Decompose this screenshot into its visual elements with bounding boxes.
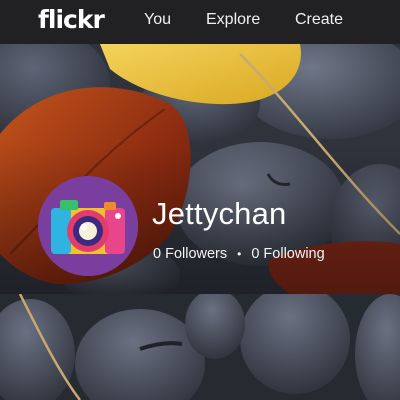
background-photo (0, 294, 400, 400)
stats-separator: • (237, 247, 242, 261)
profile-avatar[interactable] (38, 176, 138, 276)
camera-icon (38, 176, 138, 276)
profile-stats: 0 Followers • 0 Following (153, 245, 325, 263)
followers-count[interactable]: 0 Followers (153, 246, 227, 262)
nav-you[interactable]: You (144, 11, 171, 29)
flickr-logo[interactable]: flickr (38, 4, 105, 36)
nav-explore[interactable]: Explore (206, 11, 260, 29)
profile-username: Jettychan (152, 196, 287, 231)
nav-create[interactable]: Create (295, 11, 343, 29)
top-nav: flickr You Explore Create (0, 0, 400, 44)
following-count[interactable]: 0 Following (251, 246, 324, 262)
